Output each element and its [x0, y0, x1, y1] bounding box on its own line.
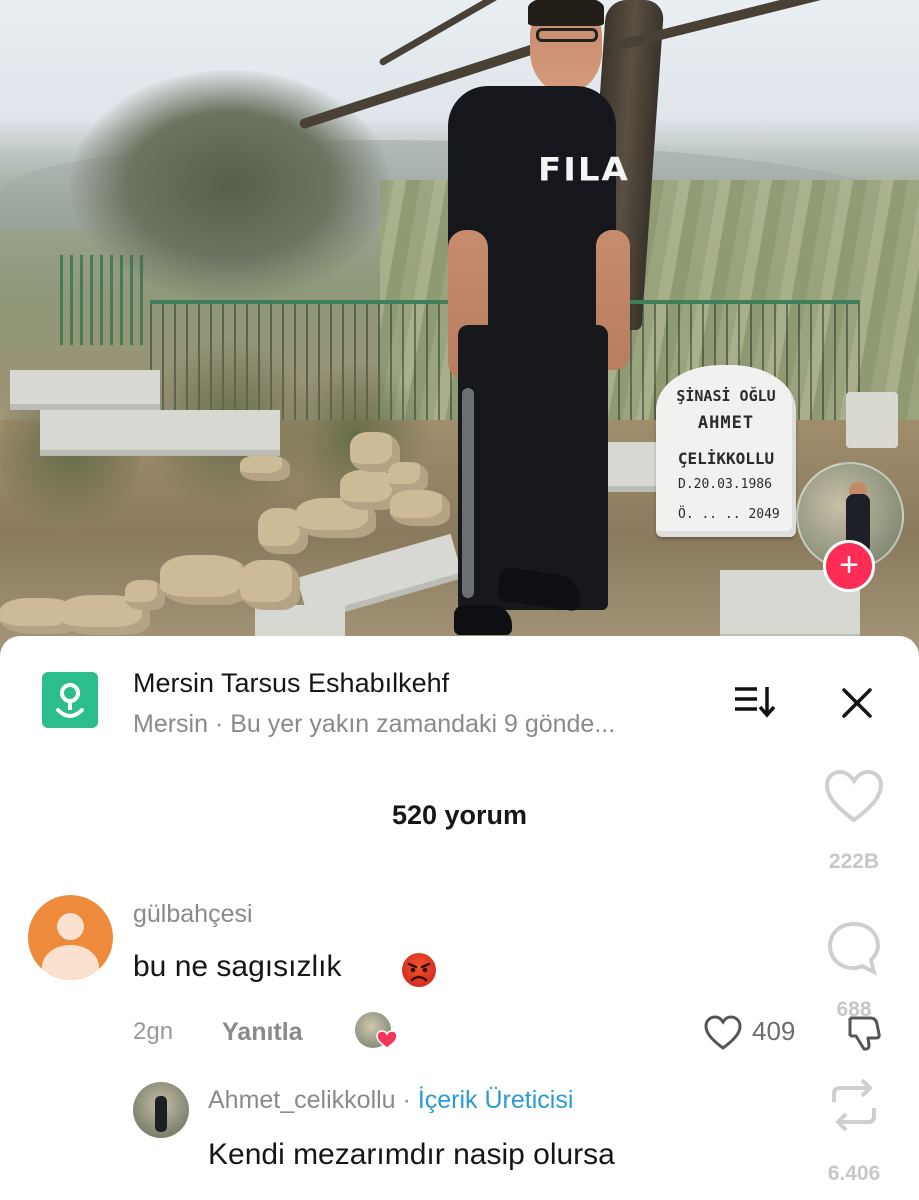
- heart-icon[interactable]: [823, 768, 885, 831]
- comment-like-count: 409: [752, 1016, 796, 1046]
- like-heart-icon[interactable]: [703, 1014, 743, 1052]
- headstone: ŞİNASİ OĞLU AHMET ÇELİKKOLLU D.20.03.198…: [656, 365, 796, 537]
- likes-count: 222B: [828, 850, 880, 873]
- second-headstone: [846, 392, 898, 448]
- share-repost-icon[interactable]: [824, 1074, 884, 1141]
- comment-username[interactable]: gülbahçesi: [133, 900, 253, 929]
- sort-icon[interactable]: [733, 684, 777, 718]
- shares-count: 6.406: [827, 1162, 881, 1185]
- location-subtitle[interactable]: Mersin · Bu yer yakın zamandaki 9 gönde.…: [133, 710, 615, 739]
- person-hair: [528, 0, 604, 26]
- person: FILA: [448, 0, 630, 640]
- avatar-figure: [155, 1096, 167, 1132]
- rock: [388, 462, 428, 492]
- shirt-logo: FILA: [538, 151, 630, 189]
- avatar-head: [57, 913, 84, 940]
- reply-header: Ahmet_celikkollu · İçerik Üreticisi: [208, 1086, 573, 1115]
- location-pin-icon[interactable]: [42, 672, 98, 728]
- rock: [390, 490, 450, 526]
- rock: [240, 455, 290, 481]
- video-frame[interactable]: FILA ŞİNASİ OĞLU AHMET ÇELİKKOLLU D.20.0…: [0, 0, 919, 660]
- close-icon[interactable]: [838, 684, 876, 722]
- comment-bubble-icon[interactable]: [824, 918, 884, 983]
- headstone-line: AHMET: [697, 413, 755, 433]
- shoe: [454, 605, 512, 635]
- rock: [160, 555, 250, 605]
- headstone-line: ŞİNASİ OĞLU: [676, 387, 776, 405]
- headstone-line: ÇELİKKOLLU: [677, 449, 775, 468]
- reply-avatar[interactable]: [133, 1082, 189, 1138]
- grave-curb: [10, 370, 160, 410]
- headstone-line: D.20.03.1986: [678, 477, 772, 492]
- reply-text: Kendi mezarımdır nasip olursa: [208, 1138, 615, 1171]
- reply-button[interactable]: Yanıtla: [222, 1018, 303, 1047]
- grave-curb: [40, 410, 280, 456]
- rock: [125, 580, 165, 610]
- rock: [240, 560, 300, 610]
- avatar-body: [42, 945, 99, 980]
- dislike-icon[interactable]: [842, 1012, 884, 1054]
- green-fence: [60, 255, 150, 345]
- comment-time: 2gn: [133, 1018, 174, 1045]
- follow-plus-button[interactable]: +: [823, 540, 875, 592]
- headstone-line: Ö. .. .. 2049: [678, 507, 780, 522]
- location-title[interactable]: Mersin Tarsus Eshabılkehf: [133, 668, 449, 699]
- glasses: [536, 28, 598, 42]
- avatar[interactable]: [28, 895, 113, 980]
- reply-separator: ·: [402, 1086, 411, 1114]
- reply-username[interactable]: Ahmet_celikkollu: [208, 1086, 396, 1114]
- creator-badge: İçerik Üreticisi: [417, 1086, 574, 1114]
- person-legs: [458, 325, 608, 610]
- pants-stripe: [462, 388, 474, 598]
- angry-face-icon: [400, 951, 438, 989]
- creator-liked-heart-icon: [376, 1030, 398, 1050]
- comment-text: bu ne sagısızlık: [133, 950, 342, 983]
- comments-count: 520 yorum: [391, 800, 528, 830]
